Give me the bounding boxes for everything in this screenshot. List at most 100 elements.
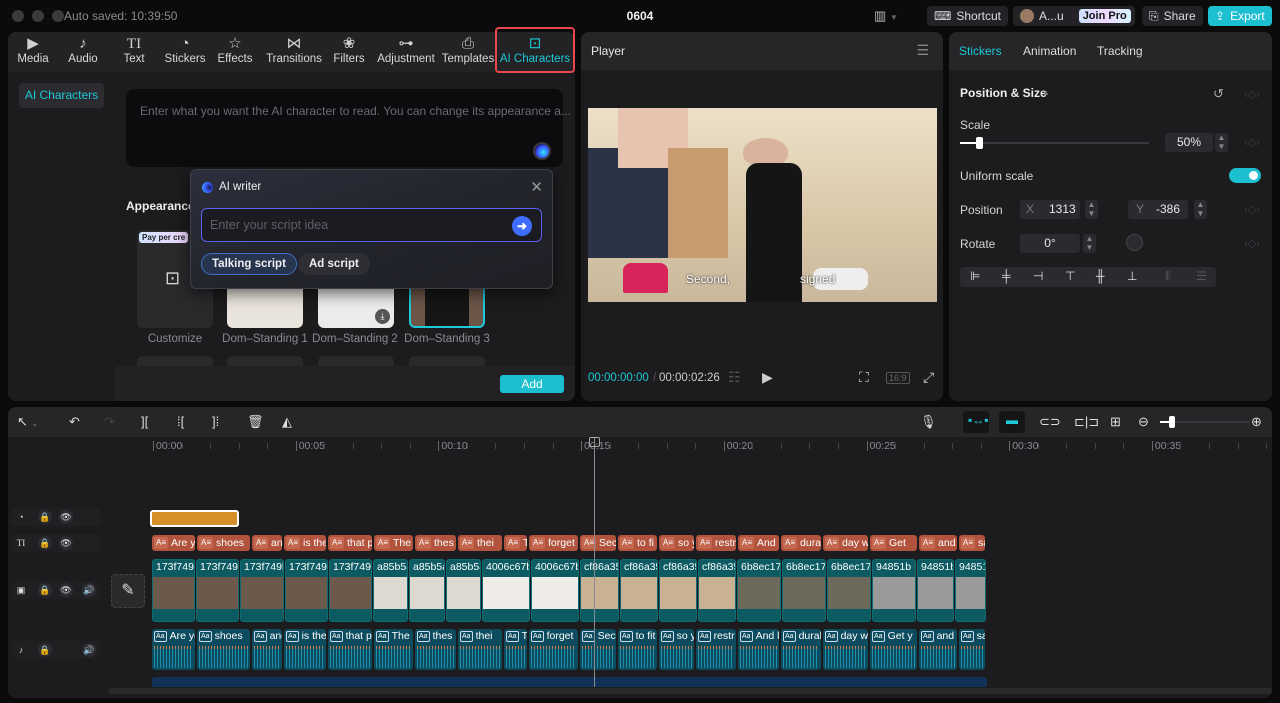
audio-clip[interactable]: Aa and [919, 629, 957, 670]
text-clip[interactable]: A≡ The [374, 535, 413, 551]
video-clip[interactable]: 173f749b [285, 559, 328, 622]
video-clip[interactable]: a85b5a [409, 559, 445, 622]
video-clip[interactable]: a85b5a [446, 559, 481, 622]
video-preview[interactable]: Second, signed [588, 108, 937, 302]
rotate-input[interactable]: 0° [1020, 234, 1080, 253]
audio-clip[interactable]: Aa day w [823, 629, 868, 670]
edit-cover-button[interactable]: ✎ [111, 574, 145, 608]
playhead-handle[interactable] [589, 437, 600, 447]
video-clip[interactable]: 173f749b [329, 559, 372, 622]
audio-clip[interactable]: Aa forget [529, 629, 578, 670]
video-clip[interactable]: 6b8ec17 [827, 559, 871, 622]
text-clip[interactable]: A≡Seco [580, 535, 616, 551]
text-clip[interactable]: A≡ thei [458, 535, 502, 551]
video-clip[interactable]: 4006c67b [482, 559, 530, 622]
tab-animation[interactable]: Animation [1023, 44, 1076, 58]
video-clip[interactable]: cf86a35 [659, 559, 697, 622]
preview-axis-icon[interactable]: ⊞ [1110, 414, 1121, 430]
video-clip[interactable]: 173f749b [152, 559, 195, 622]
video-clip[interactable]: 94851b [955, 559, 986, 622]
text-clip[interactable]: A≡ shoes [197, 535, 250, 551]
audio-clip[interactable]: Aa Get y [870, 629, 917, 670]
window-close-button[interactable] [12, 10, 24, 22]
audio-clip[interactable]: Aa thei [458, 629, 502, 670]
mirror-icon[interactable]: ◭ [282, 414, 292, 430]
text-clip[interactable]: A≡ and [919, 535, 957, 551]
tab-tracking[interactable]: Tracking [1097, 44, 1143, 58]
video-clip[interactable]: 173f749b [240, 559, 284, 622]
background-track-clip[interactable] [152, 677, 987, 687]
chip-talking-script[interactable]: Talking script [201, 253, 297, 275]
scale-value-input[interactable]: 50% [1165, 133, 1213, 152]
split-icon[interactable]: ][ [141, 414, 148, 429]
split-preview-icon[interactable]: ⊏|⊐ [1074, 414, 1099, 430]
video-clip[interactable]: 6b8ec17 [782, 559, 826, 622]
share-button[interactable]: ⎘ Share [1142, 6, 1203, 26]
time-ruler[interactable]: 00:00 00:05 00:10 00:15 00:20 00:25 00:30 00:35 [108, 437, 1272, 455]
video-clip[interactable]: cf86a35 [620, 559, 658, 622]
section-title[interactable]: Position & Size [960, 86, 1047, 100]
fullscreen-icon[interactable]: ⤢ [923, 369, 934, 386]
ai-writer-orb-icon[interactable] [533, 142, 551, 160]
linkage-toggle[interactable]: ▬ [999, 411, 1025, 433]
lock-icon[interactable]: 🔒 [38, 583, 52, 597]
volume-icon[interactable]: 🔊 [82, 643, 96, 657]
window-maximize-button[interactable] [52, 10, 64, 22]
download-icon[interactable]: ⤓ [375, 309, 390, 324]
position-x-input[interactable]: X 1313 [1020, 200, 1080, 219]
video-clip[interactable]: 94851b [917, 559, 954, 622]
text-clip[interactable]: A≡ Get [870, 535, 917, 551]
reset-icon[interactable]: ↺ [1213, 86, 1224, 102]
sidebar-item-ai-characters[interactable]: AI Characters [19, 83, 104, 108]
align-right-icon[interactable]: ⊣ [1033, 269, 1043, 283]
tool-filters[interactable]: ❀ Filters [321, 35, 377, 71]
close-icon[interactable]: ✕ [530, 178, 543, 196]
tool-media[interactable]: ▶ Media [8, 35, 61, 71]
video-clip[interactable]: 94851b [872, 559, 916, 622]
text-clip[interactable]: A≡ to fi [618, 535, 657, 551]
video-clip[interactable]: cf86a35 [580, 559, 619, 622]
scale-stepper[interactable]: ▲ ▼ [1215, 133, 1228, 152]
keyframe-icon[interactable]: ‹◇› [1244, 203, 1260, 216]
text-clip[interactable]: A≡durab [781, 535, 821, 551]
text-clip[interactable]: A≡ Are y [152, 535, 195, 551]
position-y-stepper[interactable]: ▲ ▼ [1194, 200, 1207, 219]
audio-clip[interactable]: AaAnd la [738, 629, 779, 670]
aspect-ratio-button[interactable]: 16:9 [886, 372, 910, 384]
rotate-dial[interactable] [1126, 234, 1143, 251]
timeline-zoom-slider[interactable] [1160, 416, 1250, 428]
text-clip[interactable]: A≡ thes [415, 535, 456, 551]
sticker-clip[interactable] [150, 510, 239, 527]
video-clip[interactable]: 173f749b [196, 559, 239, 622]
scale-slider[interactable] [960, 137, 1149, 149]
keyframe-icon[interactable]: ‹◇› [1244, 88, 1260, 101]
timeline-scrollbar[interactable] [108, 688, 1272, 694]
text-clip[interactable]: A≡ that p [328, 535, 372, 551]
text-clip[interactable]: A≡ day w [823, 535, 868, 551]
tool-templates[interactable]: ⎙ Templates [440, 35, 496, 71]
redo-icon[interactable]: ↷ [104, 414, 115, 430]
keyframe-icon[interactable]: ‹◇› [1244, 237, 1260, 250]
tool-audio[interactable]: ♪ Audio [55, 35, 111, 71]
split-right-icon[interactable]: ]⁞ [212, 414, 219, 429]
text-clip[interactable]: A≡ forget [529, 535, 578, 551]
audio-clip[interactable]: Aasay g [959, 629, 985, 670]
uniform-scale-toggle[interactable] [1229, 168, 1261, 183]
send-arrow-icon[interactable]: ➜ [512, 216, 532, 236]
audio-clip[interactable]: Aa is the [284, 629, 326, 670]
undo-icon[interactable]: ↶ [69, 414, 80, 430]
zoom-in-icon[interactable]: ⊕ [1251, 414, 1262, 430]
audio-clip[interactable]: AaSeco [580, 629, 616, 670]
window-minimize-button[interactable] [32, 10, 44, 22]
zoom-out-icon[interactable]: ⊖ [1138, 414, 1149, 430]
align-center-v-icon[interactable]: ╫ [1096, 269, 1105, 283]
magnet-toggle[interactable]: ▪↔▪ [963, 411, 989, 433]
lock-icon[interactable]: 🔒 [38, 643, 52, 657]
eye-icon[interactable]: 👁 [59, 583, 73, 597]
eye-icon[interactable]: 👁 [59, 536, 73, 550]
account-button[interactable]: A...u Join Pro [1013, 6, 1135, 26]
text-clip[interactable]: A≡so y [659, 535, 694, 551]
audio-clip[interactable]: Aa shoes [197, 629, 250, 670]
tool-stickers[interactable]: ◔ Stickers [157, 35, 213, 71]
zoom-slider-knob[interactable] [1168, 416, 1175, 428]
